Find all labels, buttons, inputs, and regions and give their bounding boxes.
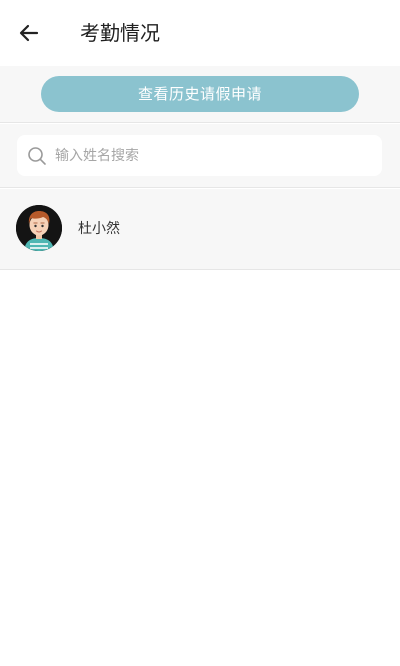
top-bar: 考勤情况 xyxy=(0,0,400,66)
search-box[interactable] xyxy=(17,135,382,176)
search-icon xyxy=(28,147,46,165)
arrow-left-icon xyxy=(19,24,39,42)
avatar xyxy=(16,205,62,251)
list-item[interactable]: 杜小然 xyxy=(0,189,400,270)
back-button[interactable] xyxy=(14,18,44,48)
avatar-cartoon-boy-icon xyxy=(16,205,62,251)
page-title: 考勤情况 xyxy=(80,21,160,45)
search-input[interactable] xyxy=(55,135,375,176)
person-name: 杜小然 xyxy=(78,221,120,237)
view-history-leave-button[interactable]: 查看历史请假申请 xyxy=(41,76,359,112)
history-section: 查看历史请假申请 xyxy=(0,66,400,123)
person-list: 杜小然 xyxy=(0,189,400,270)
search-section xyxy=(0,124,400,188)
